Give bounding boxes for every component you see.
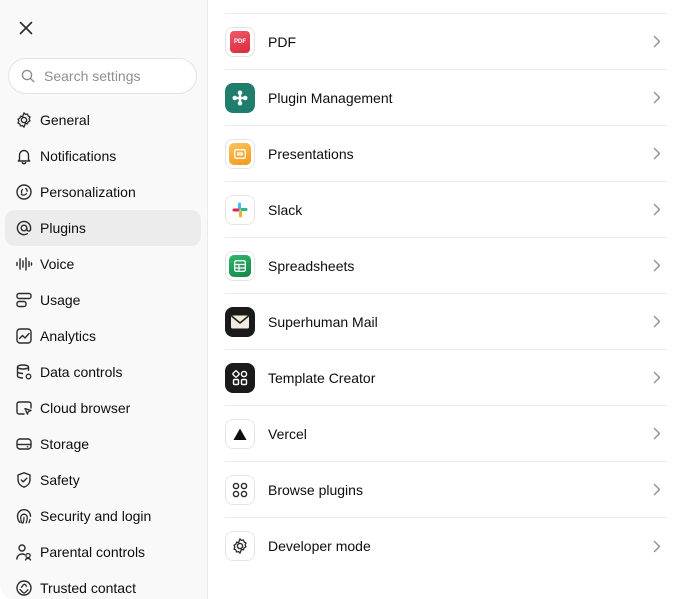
contact-icon	[14, 578, 34, 598]
sidebar-item-analytics[interactable]: Analytics	[5, 318, 201, 354]
plugin-row-browse-plugins[interactable]: Browse plugins	[225, 462, 667, 518]
sidebar-item-security-and-login[interactable]: Security and login	[5, 498, 201, 534]
chevron-right-icon	[649, 34, 665, 50]
spreadsheets-icon	[225, 250, 255, 281]
plugin-row-developer-mode[interactable]: Developer mode	[225, 518, 667, 574]
chevron-right-icon	[649, 482, 665, 498]
sidebar-item-trusted-contact[interactable]: Trusted contact	[5, 570, 201, 599]
chevron-right-icon	[649, 90, 665, 106]
plugin-row-spreadsheets[interactable]: Spreadsheets	[225, 238, 667, 294]
chevron-right-icon	[649, 146, 665, 162]
sidebar-item-label: Notifications	[40, 148, 117, 164]
slack-icon	[225, 194, 255, 225]
sidebar-item-safety[interactable]: Safety	[5, 462, 201, 498]
plugin-row-presentations[interactable]: Presentations	[225, 126, 667, 182]
sidebar-item-data-controls[interactable]: Data controls	[5, 354, 201, 390]
sidebar-item-cloud-browser[interactable]: Cloud browser	[5, 390, 201, 426]
chevron-right-icon	[649, 258, 665, 274]
sidebar-item-label: General	[40, 112, 90, 128]
template-icon	[225, 362, 255, 393]
sidebar-item-label: Data controls	[40, 364, 123, 380]
plugin-name: Superhuman Mail	[268, 313, 378, 330]
usage-icon	[14, 290, 34, 310]
sidebar-item-label: Personalization	[40, 184, 136, 200]
search-field[interactable]	[8, 58, 197, 94]
sidebar-item-label: Storage	[40, 436, 90, 452]
plugin-row-template-creator[interactable]: Template Creator	[225, 350, 667, 406]
search-icon	[21, 69, 35, 83]
sidebar-item-storage[interactable]: Storage	[5, 426, 201, 462]
analytics-icon	[14, 326, 34, 346]
close-icon	[19, 21, 33, 35]
storage-icon	[14, 434, 34, 454]
browse-grid-icon	[225, 474, 255, 505]
chevron-right-icon	[649, 426, 665, 442]
plugin-name: Vercel	[268, 425, 307, 442]
bell-icon	[14, 146, 34, 166]
sidebar-item-label: Security and login	[40, 508, 152, 524]
plugin-name: Plugin Management	[268, 89, 393, 106]
shield-icon	[14, 470, 34, 490]
search-input[interactable]	[44, 68, 184, 84]
sidebar-item-label: Safety	[40, 472, 80, 488]
sidebar-item-notifications[interactable]: Notifications	[5, 138, 201, 174]
waveform-icon	[14, 254, 34, 274]
plugin-name: Presentations	[268, 145, 354, 162]
cloud-browser-icon	[14, 398, 34, 418]
sidebar-item-label: Cloud browser	[40, 400, 131, 416]
chevron-right-icon	[649, 202, 665, 218]
security-icon	[14, 506, 34, 526]
gear-icon	[14, 110, 34, 130]
sidebar-item-label: Usage	[40, 292, 81, 308]
parental-icon	[14, 542, 34, 562]
sidebar-item-label: Parental controls	[40, 544, 146, 560]
vercel-icon	[225, 418, 255, 449]
settings-window: General Notifications Personalization Pl…	[0, 0, 677, 599]
close-button[interactable]	[14, 16, 38, 40]
mail-icon	[225, 306, 255, 337]
plugins-panel: PDF PDF Plugin Management Presentations	[208, 0, 677, 599]
plugin-name: PDF	[268, 33, 296, 50]
chevron-right-icon	[649, 370, 665, 386]
plugin-row-slack[interactable]: Slack	[225, 182, 667, 238]
database-icon	[14, 362, 34, 382]
personalization-icon	[14, 182, 34, 202]
sidebar-item-label: Plugins	[40, 220, 86, 236]
plugin-row-superhuman-mail[interactable]: Superhuman Mail	[225, 294, 667, 350]
presentations-icon	[225, 138, 255, 169]
plugin-name: Template Creator	[268, 369, 376, 386]
settings-sidebar: General Notifications Personalization Pl…	[0, 0, 208, 599]
sidebar-item-general[interactable]: General	[5, 102, 201, 138]
chevron-right-icon	[649, 538, 665, 554]
plugin-row-vercel[interactable]: Vercel	[225, 406, 667, 462]
plugin-row-pdf[interactable]: PDF PDF	[225, 14, 667, 70]
sidebar-item-plugins[interactable]: Plugins	[5, 210, 201, 246]
plugin-name: Browse plugins	[268, 481, 363, 498]
settings-nav: General Notifications Personalization Pl…	[5, 102, 201, 599]
plugin-name: Spreadsheets	[268, 257, 355, 274]
sidebar-item-personalization[interactable]: Personalization	[5, 174, 201, 210]
pdf-icon: PDF	[225, 26, 255, 57]
plugin-row-plugin-management[interactable]: Plugin Management	[225, 70, 667, 126]
sidebar-item-voice[interactable]: Voice	[5, 246, 201, 282]
sidebar-item-label: Trusted contact	[40, 580, 136, 596]
sidebar-item-usage[interactable]: Usage	[5, 282, 201, 318]
plugin-management-icon	[225, 82, 255, 113]
gear-icon	[225, 531, 255, 561]
plugin-name: Slack	[268, 201, 303, 218]
chevron-right-icon	[649, 314, 665, 330]
at-icon	[14, 218, 34, 238]
sidebar-item-parental-controls[interactable]: Parental controls	[5, 534, 201, 570]
plugin-name: Developer mode	[268, 538, 371, 554]
sidebar-item-label: Analytics	[40, 328, 97, 344]
pdf-icon-label: PDF	[230, 30, 250, 53]
sidebar-item-label: Voice	[40, 256, 75, 272]
